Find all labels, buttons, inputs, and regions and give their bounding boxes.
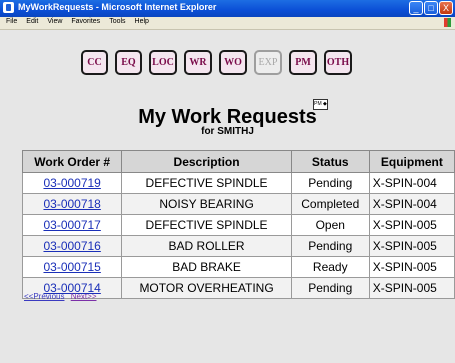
module-nav: CC EQ LOC WR WO EXP PM OTH [81,50,352,75]
description-cell: DEFECTIVE SPINDLE [121,172,292,194]
minimize-button[interactable]: _ [409,1,423,15]
nav-eq-button[interactable]: EQ [115,50,142,75]
col-status: Status [290,150,370,173]
page-subtitle: for SMITHJ [201,126,254,137]
previous-link[interactable]: <<Previous [24,292,64,301]
menu-view[interactable]: View [47,18,62,25]
internet-explorer-icon [3,2,14,13]
equipment-cell: X-SPIN-004 [368,193,455,215]
maximize-button[interactable]: □ [424,1,438,15]
status-cell: Completed [290,193,370,215]
window-title-bar: MyWorkRequests - Microsoft Internet Expl… [0,0,455,17]
status-cell: Pending [290,235,370,257]
equipment-cell: X-SPIN-004 [368,172,455,194]
col-description: Description [121,150,292,173]
nav-pm-button[interactable]: PM [289,50,317,75]
window-title: MyWorkRequests - Microsoft Internet Expl… [18,2,217,12]
status-cell: Pending [290,172,370,194]
table-header-row: Work Order # Description Status Equipmen… [21,150,455,173]
description-cell: MOTOR OVERHEATING [121,277,292,299]
pm-help-icon[interactable]: PM ◆ [313,99,328,110]
description-cell: BAD ROLLER [121,235,292,257]
table-row: 03-000719 DEFECTIVE SPINDLE Pending X-SP… [21,172,455,194]
col-work-order: Work Order # [21,150,123,173]
work-order-link[interactable]: 03-000716 [43,239,100,253]
work-order-link[interactable]: 03-000715 [43,260,100,274]
work-order-link[interactable]: 03-000717 [43,218,100,232]
description-cell: DEFECTIVE SPINDLE [121,214,292,236]
nav-loc-button[interactable]: LOC [149,50,177,75]
table-row: 03-000718 NOISY BEARING Completed X-SPIN… [21,193,455,215]
table-row: 03-000716 BAD ROLLER Pending X-SPIN-005 [21,235,455,257]
status-cell: Open [290,214,370,236]
menu-tools[interactable]: Tools [109,18,125,25]
nav-exp-button: EXP [254,50,282,75]
table-row: 03-000717 DEFECTIVE SPINDLE Open X-SPIN-… [21,214,455,236]
menu-favorites[interactable]: Favorites [71,18,100,25]
next-link[interactable]: Next>> [71,292,97,301]
menu-file[interactable]: File [6,18,17,25]
close-button[interactable]: X [439,1,453,15]
nav-oth-button[interactable]: OTH [324,50,352,75]
equipment-cell: X-SPIN-005 [368,256,455,278]
description-cell: NOISY BEARING [121,193,292,215]
menu-edit[interactable]: Edit [26,18,38,25]
col-equipment: Equipment [368,150,455,173]
menu-help[interactable]: Help [135,18,149,25]
menu-bar: File Edit View Favorites Tools Help [0,17,455,30]
description-cell: BAD BRAKE [121,256,292,278]
equipment-cell: X-SPIN-005 [368,235,455,257]
window-controls: _ □ X [409,1,453,15]
windows-flag-icon [444,18,451,27]
work-requests-table: Work Order # Description Status Equipmen… [21,150,455,299]
nav-wo-button[interactable]: WO [219,50,247,75]
equipment-cell: X-SPIN-005 [368,214,455,236]
work-order-link[interactable]: 03-000718 [43,197,100,211]
status-cell: Ready [290,256,370,278]
pagination: <<Previous Next>> [24,292,101,301]
nav-cc-button[interactable]: CC [81,50,108,75]
work-order-link[interactable]: 03-000719 [43,176,100,190]
nav-wr-button[interactable]: WR [184,50,212,75]
equipment-cell: X-SPIN-005 [368,277,455,299]
page-content: CC EQ LOC WR WO EXP PM OTH My Work Reque… [0,30,455,363]
table-row: 03-000715 BAD BRAKE Ready X-SPIN-005 [21,256,455,278]
status-cell: Pending [290,277,370,299]
